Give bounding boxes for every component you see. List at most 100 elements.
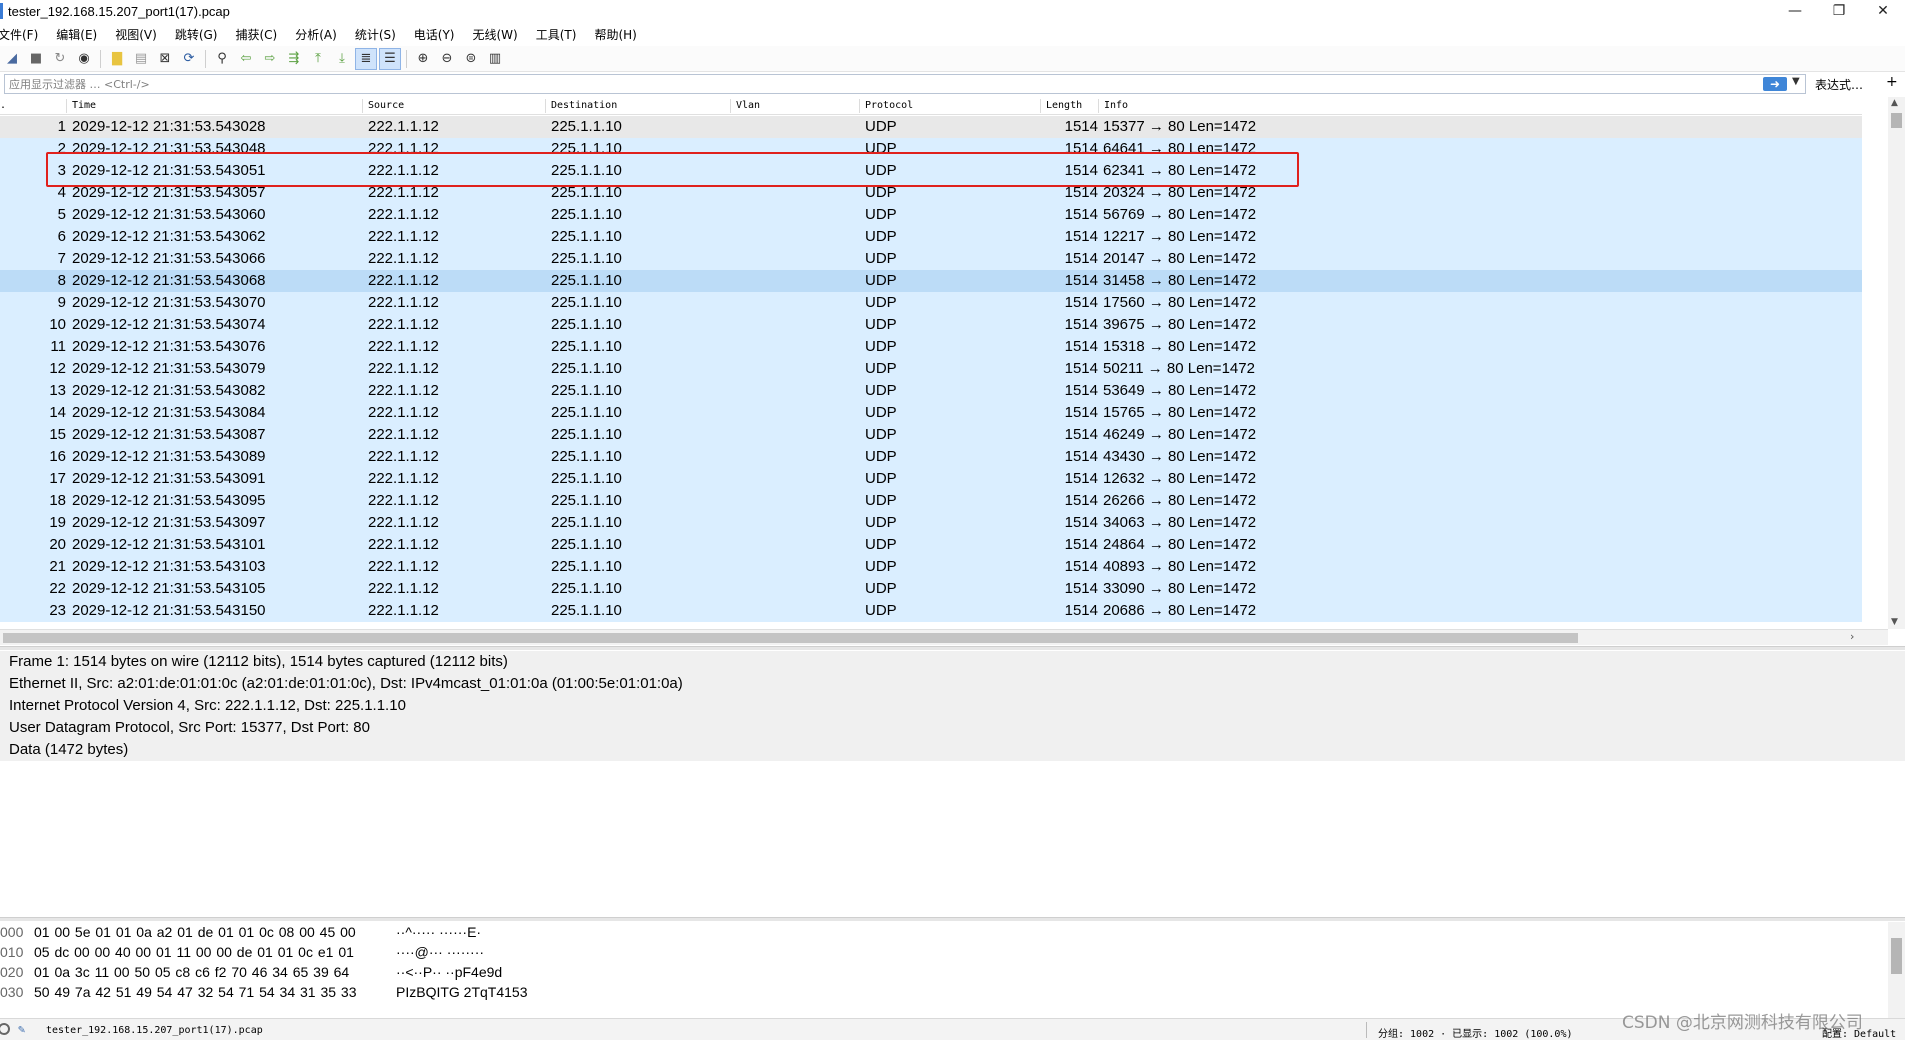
menu-item[interactable]: 分析(A)	[286, 24, 346, 46]
packet-row[interactable]: 21 2029-12-12 21:31:53.543103 222.1.1.12 22…	[0, 556, 1862, 578]
scroll-right-icon[interactable]: ›	[1850, 630, 1854, 643]
resize-columns-icon[interactable]: ▥	[484, 48, 506, 70]
zoom-normal-icon[interactable]: ⊜	[460, 48, 482, 70]
bytes-offset[interactable]: 010	[0, 942, 23, 962]
bytes-hex[interactable]: 01 00 5e 01 01 0a a2 01 de 01 01 0c 08 0…	[34, 922, 356, 942]
pane-splitter[interactable]	[0, 646, 1905, 650]
column-vlan[interactable]: Vlan	[736, 100, 760, 111]
minimize-button[interactable]: —	[1773, 0, 1817, 22]
menu-item[interactable]: 工具(T)	[527, 24, 586, 46]
expert-info-icon[interactable]	[0, 1023, 10, 1035]
open-file-icon[interactable]: ▇	[106, 48, 128, 70]
column-destination[interactable]: Destination	[551, 100, 617, 111]
restore-button[interactable]: ❐	[1817, 0, 1861, 22]
bytes-ascii[interactable]: PIzBQITG 2TqT4153	[396, 982, 528, 1002]
menu-item[interactable]: 编辑(E)	[47, 24, 106, 46]
packet-row[interactable]: 2 2029-12-12 21:31:53.543048 222.1.1.12 225…	[0, 138, 1862, 160]
packet-row[interactable]: 16 2029-12-12 21:31:53.543089 222.1.1.12 22…	[0, 446, 1862, 468]
column-separator[interactable]	[545, 99, 546, 113]
last-packet-icon[interactable]: ⤓	[331, 48, 353, 70]
close-button[interactable]: ✕	[1861, 0, 1905, 22]
menu-item[interactable]: 跳转(G)	[166, 24, 227, 46]
packet-row[interactable]: 12 2029-12-12 21:31:53.543079 222.1.1.12 22…	[0, 358, 1862, 380]
column-separator[interactable]	[730, 99, 731, 113]
scroll-thumb[interactable]	[3, 633, 1578, 643]
autoscroll-icon[interactable]: ≣	[355, 47, 377, 70]
packet-row[interactable]: 19 2029-12-12 21:31:53.543097 222.1.1.12 22…	[0, 512, 1862, 534]
scroll-up-icon[interactable]: ▲	[1891, 98, 1898, 108]
scroll-thumb[interactable]	[1891, 938, 1902, 974]
filter-history-chevron-down-icon[interactable]: ▼	[1792, 76, 1800, 87]
save-icon[interactable]: ▤	[130, 48, 152, 70]
packet-row[interactable]: 9 2029-12-12 21:31:53.543070 222.1.1.12 225…	[0, 292, 1862, 314]
shark-fin-start-icon[interactable]: ◢	[1, 48, 23, 70]
packet-row[interactable]: 18 2029-12-12 21:31:53.543095 222.1.1.12 22…	[0, 490, 1862, 512]
detail-tree-item[interactable]: Internet Protocol Version 4, Src: 222.1.…	[0, 695, 1905, 717]
find-icon[interactable]: ⚲	[211, 48, 233, 70]
column-time[interactable]: Time	[72, 100, 96, 111]
packet-row[interactable]: 10 2029-12-12 21:31:53.543074 222.1.1.12 22…	[0, 314, 1862, 336]
packet-row[interactable]: 14 2029-12-12 21:31:53.543084 222.1.1.12 22…	[0, 402, 1862, 424]
menu-item[interactable]: 帮助(H)	[585, 24, 645, 46]
packet-row[interactable]: 8 2029-12-12 21:31:53.543068 222.1.1.12 225…	[0, 270, 1862, 292]
add-filter-button[interactable]: +	[1886, 74, 1898, 90]
menu-item[interactable]: 视图(V)	[106, 24, 166, 46]
close-file-icon[interactable]: ⊠	[154, 48, 176, 70]
menu-item[interactable]: 统计(S)	[346, 24, 405, 46]
column-separator[interactable]	[1098, 99, 1099, 113]
packet-row[interactable]: 11 2029-12-12 21:31:53.543076 222.1.1.12 22…	[0, 336, 1862, 358]
colorize-icon[interactable]: ☰	[379, 47, 401, 70]
packet-row[interactable]: 5 2029-12-12 21:31:53.543060 222.1.1.12 225…	[0, 204, 1862, 226]
packet-row[interactable]: 23 2029-12-12 21:31:53.543150 222.1.1.12 22…	[0, 600, 1862, 622]
packet-row[interactable]: 22 2029-12-12 21:31:53.543105 222.1.1.12 22…	[0, 578, 1862, 600]
packet-list-vertical-scrollbar[interactable]: ▲ ▼	[1888, 97, 1905, 629]
packet-list-horizontal-scrollbar[interactable]: ›	[0, 629, 1888, 645]
menu-item[interactable]: 无线(W)	[464, 24, 527, 46]
column-info[interactable]: Info	[1104, 100, 1128, 111]
column-no[interactable]: .	[0, 100, 6, 111]
reload-icon[interactable]: ⟳	[178, 48, 200, 70]
stop-icon[interactable]: ■	[25, 48, 47, 70]
capture-comment-edit-icon[interactable]: ✎	[18, 1022, 25, 1036]
forward-arrow-icon[interactable]: ⇨	[259, 48, 281, 70]
scroll-down-icon[interactable]: ▼	[1891, 617, 1898, 627]
detail-tree-item[interactable]: Frame 1: 1514 bytes on wire (12112 bits)…	[0, 651, 1905, 673]
bytes-vertical-scrollbar[interactable]	[1888, 922, 1905, 1018]
packet-row[interactable]: 4 2029-12-12 21:31:53.543057 222.1.1.12 225…	[0, 182, 1862, 204]
detail-tree-item[interactable]: Data (1472 bytes)	[0, 739, 1905, 761]
column-separator[interactable]	[859, 99, 860, 113]
pane-splitter[interactable]	[0, 917, 1905, 921]
menu-item[interactable]: 文件(F)	[0, 24, 47, 46]
filter-expression-button[interactable]: 表达式…	[1815, 76, 1863, 93]
packet-row[interactable]: 1 2029-12-12 21:31:53.543028 222.1.1.12 225…	[0, 116, 1862, 138]
detail-tree-item[interactable]: Ethernet II, Src: a2:01:de:01:01:0c (a2:…	[0, 673, 1905, 695]
bytes-offset[interactable]: 020	[0, 962, 23, 982]
back-arrow-icon[interactable]: ⇦	[235, 48, 257, 70]
packet-row[interactable]: 15 2029-12-12 21:31:53.543087 222.1.1.12 22…	[0, 424, 1862, 446]
goto-packet-icon[interactable]: ⇶	[283, 48, 305, 70]
menu-item[interactable]: 捕获(C)	[226, 24, 286, 46]
packet-row[interactable]: 17 2029-12-12 21:31:53.543091 222.1.1.12 22…	[0, 468, 1862, 490]
display-filter-input[interactable]: 应用显示过滤器 … <Ctrl-/>	[4, 74, 1806, 94]
packet-row[interactable]: 6 2029-12-12 21:31:53.543062 222.1.1.12 225…	[0, 226, 1862, 248]
column-separator[interactable]	[66, 99, 67, 113]
packet-row[interactable]: 3 2029-12-12 21:31:53.543051 222.1.1.12 225…	[0, 160, 1862, 182]
bytes-ascii[interactable]: ··<··P·· ··pF4e9d	[396, 962, 502, 982]
apply-filter-arrow-icon[interactable]: ➜	[1763, 77, 1787, 91]
column-separator[interactable]	[1040, 99, 1041, 113]
bytes-offset[interactable]: 030	[0, 982, 23, 1002]
column-length[interactable]: Length	[1046, 100, 1082, 111]
column-source[interactable]: Source	[368, 100, 404, 111]
packet-row[interactable]: 7 2029-12-12 21:31:53.543066 222.1.1.12 225…	[0, 248, 1862, 270]
column-protocol[interactable]: Protocol	[865, 100, 913, 111]
bytes-ascii[interactable]: ··^····· ······E·	[396, 922, 481, 942]
bytes-hex[interactable]: 50 49 7a 42 51 49 54 47 32 54 71 54 34 3…	[34, 982, 357, 1002]
detail-tree-item[interactable]: User Datagram Protocol, Src Port: 15377,…	[0, 717, 1905, 739]
packet-row[interactable]: 13 2029-12-12 21:31:53.543082 222.1.1.12 22…	[0, 380, 1862, 402]
bytes-hex[interactable]: 05 dc 00 00 40 00 01 11 00 00 de 01 01 0…	[34, 942, 354, 962]
first-packet-icon[interactable]: ⤒	[307, 48, 329, 70]
scroll-thumb[interactable]	[1891, 113, 1902, 128]
column-separator[interactable]	[362, 99, 363, 113]
packet-row[interactable]: 20 2029-12-12 21:31:53.543101 222.1.1.12 22…	[0, 534, 1862, 556]
bytes-ascii[interactable]: ····@··· ········	[396, 942, 484, 962]
